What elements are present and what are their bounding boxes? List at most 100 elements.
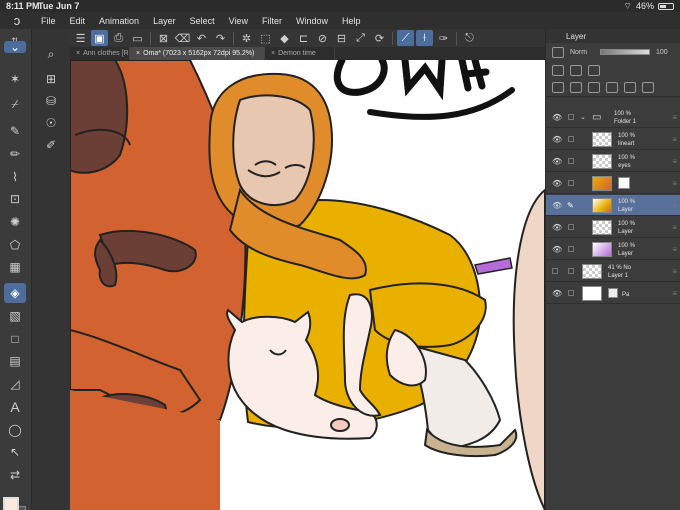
airbrush-icon[interactable]: ⊡ bbox=[4, 189, 26, 209]
layer-row[interactable]: 👁 100 % eyes ≡ bbox=[546, 151, 680, 172]
menu-select[interactable]: Select bbox=[183, 16, 222, 26]
decoration-icon[interactable]: ✺ bbox=[4, 212, 26, 232]
eraser-icon[interactable]: ⬠ bbox=[4, 235, 26, 255]
sub-tool-dropdown-icon[interactable]: ⌄ bbox=[4, 40, 26, 54]
folder-expand-icon[interactable]: ⌄ bbox=[580, 113, 586, 121]
layer-color-icon[interactable] bbox=[552, 46, 564, 58]
close-icon[interactable]: × bbox=[76, 50, 80, 57]
snap-special-icon[interactable]: ⟊ bbox=[416, 30, 433, 46]
snap-ruler-icon[interactable]: ⟋ bbox=[397, 30, 414, 46]
canvas-settings-icon[interactable]: ▣ bbox=[91, 30, 108, 46]
layer-property-icon[interactable]: ⛁ bbox=[40, 91, 62, 111]
layer-row[interactable]: 👁 100 % Layer ≡ bbox=[546, 217, 680, 238]
lock-icon[interactable] bbox=[568, 268, 574, 274]
tab-ann-clothes[interactable]: × Ann clothes [R bbox=[70, 47, 130, 60]
text-icon[interactable]: A bbox=[4, 397, 26, 417]
navigator-icon[interactable]: ☉ bbox=[40, 113, 62, 133]
drag-handle-icon[interactable]: ≡ bbox=[672, 135, 677, 144]
app-logo-icon[interactable]: ↄ bbox=[0, 13, 34, 28]
layer-row[interactable]: 👁 ≡ bbox=[546, 173, 680, 194]
layer-row[interactable]: 👁 100 % lineart ≡ bbox=[546, 129, 680, 150]
transform-icon[interactable]: ✲ bbox=[238, 30, 255, 46]
close-icon[interactable]: × bbox=[136, 50, 140, 57]
rotate-icon[interactable]: ⟳ bbox=[371, 30, 388, 46]
fill-selection-icon[interactable]: ◆ bbox=[276, 30, 293, 46]
layer-row[interactable]: 👁 Pa ≡ bbox=[546, 283, 680, 304]
layer-row-selected[interactable]: 👁 ✎ 100 % Layer ≡ bbox=[546, 195, 680, 216]
deselect-icon[interactable]: ⊘ bbox=[314, 30, 331, 46]
screen-icon[interactable]: ▭ bbox=[129, 30, 146, 46]
crop-icon[interactable]: ⊏ bbox=[295, 30, 312, 46]
blend-mode-select[interactable]: Norm bbox=[570, 49, 592, 56]
drag-handle-icon[interactable]: ≡ bbox=[672, 289, 677, 298]
figure-icon[interactable]: ▦ bbox=[4, 257, 26, 277]
frame-icon[interactable]: ▤ bbox=[4, 351, 26, 371]
material-icon[interactable]: ⊞ bbox=[40, 69, 62, 89]
lock-icon[interactable] bbox=[568, 136, 574, 142]
eye-icon[interactable]: 👁 bbox=[552, 223, 562, 232]
lock-icon[interactable] bbox=[568, 114, 574, 120]
pen-icon[interactable]: ✎ bbox=[4, 121, 26, 141]
brush-icon[interactable]: ⌇ bbox=[4, 167, 26, 187]
select-all-icon[interactable]: ⬚ bbox=[257, 30, 274, 46]
trash-icon[interactable] bbox=[642, 82, 654, 93]
eye-icon[interactable]: 👁 bbox=[552, 201, 562, 210]
drag-handle-icon[interactable]: ≡ bbox=[672, 179, 677, 188]
new-layer-icon[interactable]: ⊠ bbox=[155, 30, 172, 46]
save-icon[interactable]: ⎙ bbox=[110, 30, 127, 46]
menu-edit[interactable]: Edit bbox=[63, 16, 93, 26]
reference-icon[interactable] bbox=[570, 64, 582, 76]
hidden-eye-icon[interactable] bbox=[552, 268, 558, 274]
shape-icon[interactable]: □ bbox=[4, 329, 26, 349]
menu-layer[interactable]: Layer bbox=[146, 16, 183, 26]
fill-icon[interactable]: ◈ bbox=[4, 283, 26, 303]
color-icon[interactable]: ✐ bbox=[40, 135, 62, 155]
scale-icon[interactable]: ⤢ bbox=[352, 30, 369, 46]
eye-icon[interactable]: 👁 bbox=[552, 157, 562, 166]
new-vector-layer-icon[interactable] bbox=[570, 82, 582, 93]
lock-icon[interactable] bbox=[568, 158, 574, 164]
close-icon[interactable]: × bbox=[271, 50, 275, 57]
new-raster-layer-icon[interactable] bbox=[552, 82, 564, 93]
eye-icon[interactable]: 👁 bbox=[552, 289, 562, 298]
layer-row[interactable]: 👁 ⌄ ▭ 100 % Folder 1 ≡ bbox=[546, 107, 680, 128]
search-icon[interactable]: ⌕ bbox=[40, 44, 62, 64]
layer-row[interactable]: 👁 100 % Layer ≡ bbox=[546, 239, 680, 260]
main-color-swatch[interactable] bbox=[3, 497, 19, 510]
eyedropper-icon[interactable]: ⌿ bbox=[4, 94, 26, 114]
undo-icon[interactable]: ↶ bbox=[193, 30, 210, 46]
layer-row[interactable]: 41 % No Layer 1 ≡ bbox=[546, 261, 680, 282]
menu-icon[interactable]: ☰ bbox=[72, 30, 89, 46]
menu-help[interactable]: Help bbox=[335, 16, 368, 26]
correct-line-icon[interactable]: ↖ bbox=[4, 442, 26, 462]
clear-icon[interactable]: ⌫ bbox=[174, 30, 191, 46]
redo-icon[interactable]: ↷ bbox=[212, 30, 229, 46]
menu-filter[interactable]: Filter bbox=[255, 16, 289, 26]
pen-pressure-icon[interactable]: ✑ bbox=[435, 30, 452, 46]
eye-icon[interactable]: 👁 bbox=[552, 113, 562, 122]
tab-demon-time[interactable]: × Demon time bbox=[265, 47, 335, 60]
ruler-icon[interactable]: ◿ bbox=[4, 374, 26, 394]
merge-icon[interactable] bbox=[606, 82, 618, 93]
menu-file[interactable]: File bbox=[34, 16, 63, 26]
drawing-canvas[interactable] bbox=[70, 60, 545, 510]
pencil-icon[interactable]: ✏ bbox=[4, 144, 26, 164]
eye-icon[interactable]: 👁 bbox=[552, 245, 562, 254]
balloon-icon[interactable]: ◯ bbox=[4, 420, 26, 440]
folder-icon[interactable] bbox=[588, 82, 600, 93]
eye-icon[interactable]: 👁 bbox=[552, 135, 562, 144]
mask-icon[interactable] bbox=[624, 82, 636, 93]
drag-handle-icon[interactable]: ≡ bbox=[672, 113, 677, 122]
opacity-slider[interactable] bbox=[600, 49, 650, 55]
drag-handle-icon[interactable]: ≡ bbox=[672, 157, 677, 166]
gradient-icon[interactable]: ▧ bbox=[4, 306, 26, 326]
invert-selection-icon[interactable]: ⊟ bbox=[333, 30, 350, 46]
lock-icon[interactable] bbox=[588, 64, 600, 76]
eye-icon[interactable]: 👁 bbox=[552, 179, 562, 188]
menu-animation[interactable]: Animation bbox=[92, 16, 146, 26]
help-icon[interactable]: ⎋ bbox=[461, 30, 478, 46]
drag-handle-icon[interactable]: ≡ bbox=[672, 245, 677, 254]
drag-handle-icon[interactable]: ≡ bbox=[672, 223, 677, 232]
lock-icon[interactable] bbox=[568, 246, 574, 252]
drag-handle-icon[interactable]: ≡ bbox=[672, 267, 677, 276]
